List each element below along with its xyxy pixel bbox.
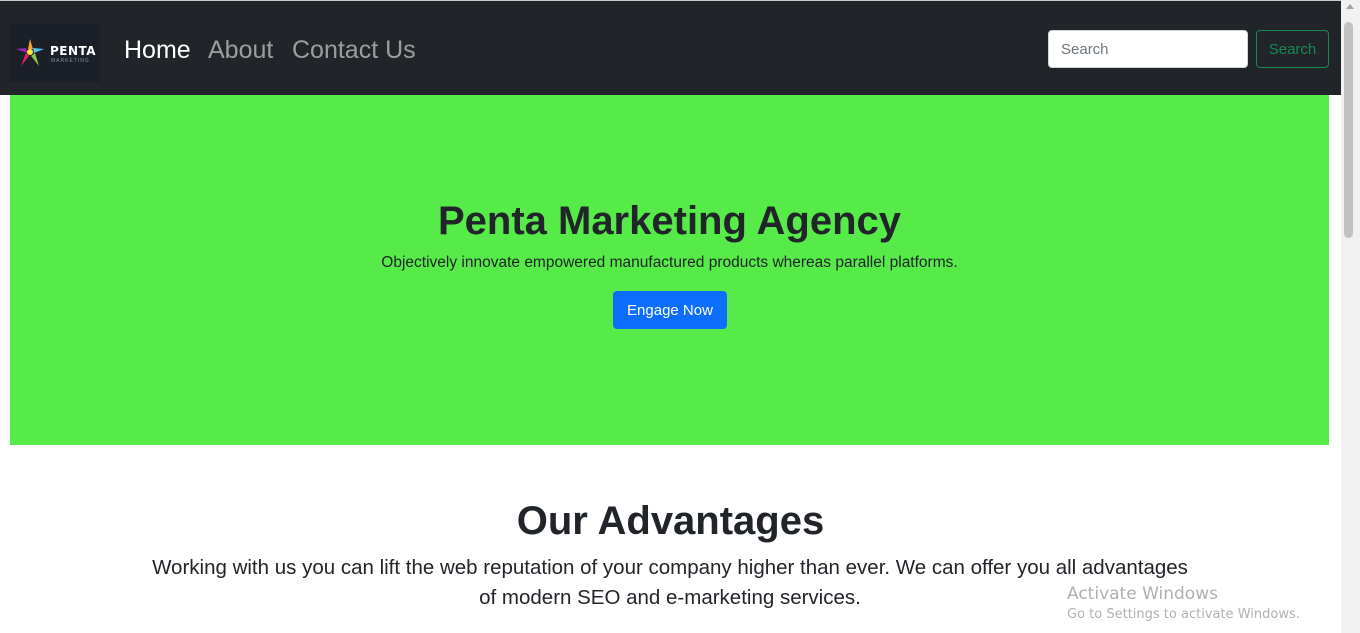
star-logo-icon bbox=[16, 39, 44, 66]
brand-subtitle: MARKETING bbox=[51, 58, 90, 64]
advantages-title: Our Advantages bbox=[516, 499, 825, 543]
brand-logo[interactable]: PENTA MARKETING bbox=[10, 24, 100, 82]
nav-link-home[interactable]: Home bbox=[124, 35, 191, 65]
navbar: PENTA MARKETING Home About Contact Us Se… bbox=[0, 0, 1341, 95]
nav-link-about[interactable]: About bbox=[208, 35, 273, 65]
hero-description: Objectively innovate empowered manufactu… bbox=[381, 254, 958, 271]
brand-wordmark: PENTA bbox=[50, 44, 97, 58]
engage-now-button[interactable]: Engage Now bbox=[613, 291, 727, 329]
search-button[interactable]: Search bbox=[1256, 30, 1329, 68]
hero-section: Penta Marketing Agency Objectively innov… bbox=[10, 95, 1329, 445]
watermark-title: Activate Windows bbox=[1067, 584, 1218, 604]
hero-title: Penta Marketing Agency bbox=[437, 199, 902, 243]
watermark-subtitle: Go to Settings to activate Windows. bbox=[1067, 607, 1300, 622]
search-input[interactable] bbox=[1048, 30, 1248, 68]
scroll-thumb[interactable] bbox=[1344, 22, 1353, 238]
scroll-up-arrow-icon[interactable] bbox=[1346, 4, 1354, 9]
windows-activation-watermark: Activate Windows Go to Settings to activ… bbox=[1067, 583, 1300, 625]
vertical-scrollbar[interactable] bbox=[1341, 0, 1360, 633]
advantages-description: Working with us you can lift the web rep… bbox=[152, 556, 1188, 609]
nav-link-contact-us[interactable]: Contact Us bbox=[292, 35, 416, 65]
